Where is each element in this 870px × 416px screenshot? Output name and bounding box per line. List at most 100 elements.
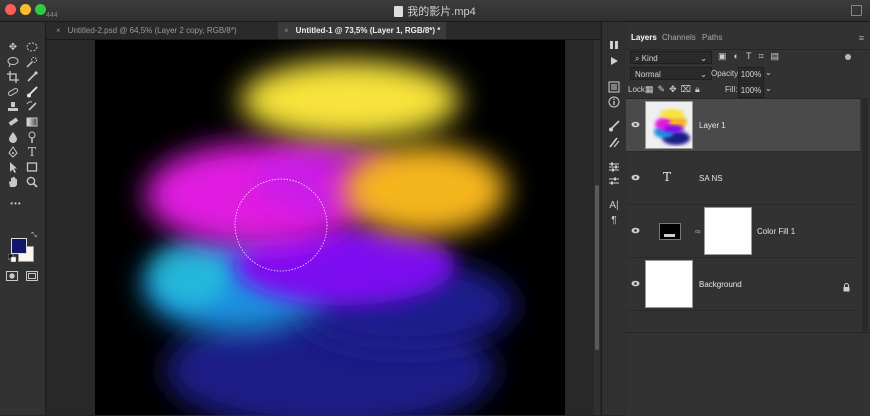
fill-label: Fill:: [725, 85, 738, 94]
type-filter-icon[interactable]: T: [746, 51, 759, 61]
brush-tool-icon[interactable]: [25, 85, 39, 99]
layers-scrollbar[interactable]: [862, 98, 868, 331]
dodge-tool-icon[interactable]: [25, 130, 39, 144]
paragraph-icon[interactable]: ¶: [607, 213, 621, 227]
eraser-tool-icon[interactable]: [6, 115, 20, 129]
history-brush-tool-icon[interactable]: [25, 100, 39, 114]
gradient-tool-icon[interactable]: [25, 115, 39, 129]
quick-select-tool-icon[interactable]: [25, 55, 39, 69]
tab-untitled-1[interactable]: × Untitled-1 @ 73,5% (Layer 1, RGB/8*) *: [278, 22, 447, 39]
scroll-thumb[interactable]: [595, 185, 599, 350]
visibility-eye-icon[interactable]: [631, 121, 640, 130]
lock-all-icon[interactable]: 🔒︎: [695, 84, 704, 94]
opacity-slider-icon[interactable]: ⌄: [765, 68, 772, 77]
layer-row-color-fill-1[interactable]: ∞ Color Fill 1: [626, 205, 860, 258]
path-select-tool-icon[interactable]: [6, 160, 20, 174]
chevron-down-icon: ⌄: [700, 54, 707, 63]
pixel-filter-icon[interactable]: ▣: [718, 51, 734, 61]
fill-slider-icon[interactable]: ⌄: [765, 84, 772, 93]
layer-name[interactable]: Background: [699, 280, 742, 289]
character-icon[interactable]: A|: [607, 198, 621, 212]
canvas-workspace: [46, 40, 594, 415]
visibility-eye-icon[interactable]: [631, 280, 640, 289]
more-tools-icon[interactable]: •••: [6, 196, 26, 210]
document-canvas[interactable]: [95, 40, 565, 415]
filter-toggle[interactable]: [845, 54, 851, 60]
layer-name[interactable]: SA NS: [699, 174, 723, 183]
layer-thumbnail: [645, 260, 693, 308]
type-layer-icon: T: [663, 170, 672, 184]
smart-object-filter-icon[interactable]: ▤: [771, 51, 787, 61]
opacity-label: Opacity:: [711, 69, 741, 78]
screen-mode-icon[interactable]: [25, 269, 39, 283]
filter-kind-value: Kind: [641, 54, 658, 63]
visibility-eye-icon[interactable]: [631, 174, 640, 183]
swap-colors-icon[interactable]: ⤡: [30, 232, 38, 240]
visibility-eye-icon[interactable]: [631, 227, 640, 236]
lock-position-icon[interactable]: ✥: [669, 84, 681, 94]
foreground-color-swatch[interactable]: [11, 238, 27, 254]
play-icon[interactable]: [607, 54, 621, 68]
blend-mode-select[interactable]: Normal ⌄: [630, 67, 712, 80]
quick-mask-icon[interactable]: [5, 269, 19, 283]
panel-tabs: Layers Channels Paths ≡: [626, 22, 870, 50]
window-title: 我的影片.mp4: [0, 3, 870, 19]
expand-icon[interactable]: [851, 5, 862, 16]
collapse-dock-icon[interactable]: [607, 38, 621, 52]
adjustment-filter-icon[interactable]: ◐: [734, 51, 746, 61]
layer-row-layer-1[interactable]: Layer 1: [626, 99, 860, 152]
canvas-scrollbar[interactable]: [594, 40, 600, 415]
panel-menu-icon[interactable]: ≡: [859, 33, 864, 43]
default-colors-icon[interactable]: [8, 254, 16, 262]
window-titlebar: 444 我的影片.mp4: [0, 0, 870, 22]
tab-layers[interactable]: Layers: [631, 33, 657, 42]
history-icon[interactable]: [607, 80, 621, 94]
zoom-tool-icon[interactable]: [25, 175, 39, 189]
link-icon[interactable]: ∞: [695, 227, 701, 236]
layer-name[interactable]: Layer 1: [699, 121, 726, 130]
opacity-input[interactable]: 100%: [738, 67, 764, 82]
pen-tool-icon[interactable]: [6, 145, 20, 159]
blur-tool-icon[interactable]: [6, 130, 20, 144]
close-tab-icon[interactable]: ×: [56, 26, 61, 35]
hand-tool-icon[interactable]: [6, 175, 20, 189]
filter-type-icons: ▣◐T⌗▤: [718, 51, 786, 62]
fill-input[interactable]: 100%: [738, 83, 764, 98]
type-tool-icon[interactable]: T: [25, 145, 39, 159]
crop-tool-icon[interactable]: [6, 70, 20, 84]
lasso-tool-icon[interactable]: [6, 55, 20, 69]
properties-icon[interactable]: [607, 175, 621, 189]
lock-icon: [843, 279, 850, 297]
tab-paths[interactable]: Paths: [702, 33, 722, 42]
tab-label: Untitled-2.psd @ 64,5% (Layer 2 copy, RG…: [67, 26, 237, 35]
info-icon[interactable]: [607, 95, 621, 109]
layers-panel: Layers Channels Paths ≡ ⌕ Kind ⌄ ▣◐T⌗▤ No…: [626, 22, 870, 416]
stamp-tool-icon[interactable]: [6, 100, 20, 114]
tab-untitled-2[interactable]: × Untitled-2.psd @ 64,5% (Layer 2 copy, R…: [50, 22, 243, 39]
shape-tool-icon[interactable]: [25, 160, 39, 174]
layer-row-background[interactable]: Background: [626, 258, 860, 311]
panel-dock: A| ¶: [601, 22, 627, 415]
lock-transparent-icon[interactable]: ▦: [645, 84, 658, 94]
tools-panel: ✥ T ••• ⤡: [0, 22, 46, 415]
move-tool-icon[interactable]: ✥: [6, 40, 20, 54]
brushes-icon[interactable]: [607, 135, 621, 149]
layer-row-sa-ns[interactable]: T SA NS: [626, 152, 860, 205]
layer-name[interactable]: Color Fill 1: [757, 227, 795, 236]
lock-artboard-icon[interactable]: ⌧: [681, 84, 695, 94]
eyedropper-tool-icon[interactable]: [25, 70, 39, 84]
shape-filter-icon[interactable]: ⌗: [758, 51, 770, 61]
tab-label: Untitled-1 @ 73,5% (Layer 1, RGB/8*) *: [295, 26, 441, 35]
tab-channels[interactable]: Channels: [662, 33, 696, 42]
marquee-tool-icon[interactable]: [25, 40, 39, 54]
document-icon: [394, 6, 404, 17]
brush-settings-icon[interactable]: [607, 119, 621, 133]
blend-mode-value: Normal: [635, 70, 661, 79]
healing-brush-tool-icon[interactable]: [6, 85, 20, 99]
close-tab-icon[interactable]: ×: [284, 26, 289, 35]
filter-kind-select[interactable]: ⌕ Kind ⌄: [630, 51, 712, 64]
layer-mask-thumbnail[interactable]: [704, 207, 752, 255]
lock-pixels-icon[interactable]: ✎: [658, 84, 670, 94]
adjustments-icon[interactable]: [607, 160, 621, 174]
layer-thumbnail: [645, 101, 693, 149]
